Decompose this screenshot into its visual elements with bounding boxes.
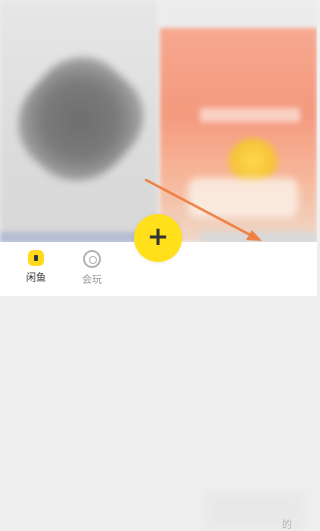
feed-card-right-top (160, 0, 317, 30)
feed-card-right-panel (188, 178, 298, 218)
play-circle-icon (83, 250, 101, 268)
feed-card-right-band (200, 108, 300, 122)
tab-mine-label[interactable]: 的 (282, 516, 292, 531)
tab-play[interactable]: 会玩 (68, 250, 116, 290)
publish-button[interactable]: + (134, 214, 182, 262)
content-feed[interactable] (0, 0, 317, 242)
tab-home-label: 闲鱼 (26, 273, 46, 284)
plus-icon: + (147, 222, 169, 252)
feed-card-right-caption (200, 232, 317, 242)
tab-play-label: 会玩 (82, 275, 102, 286)
fish-home-icon (28, 250, 44, 266)
tab-home[interactable]: 闲鱼 (12, 250, 60, 290)
